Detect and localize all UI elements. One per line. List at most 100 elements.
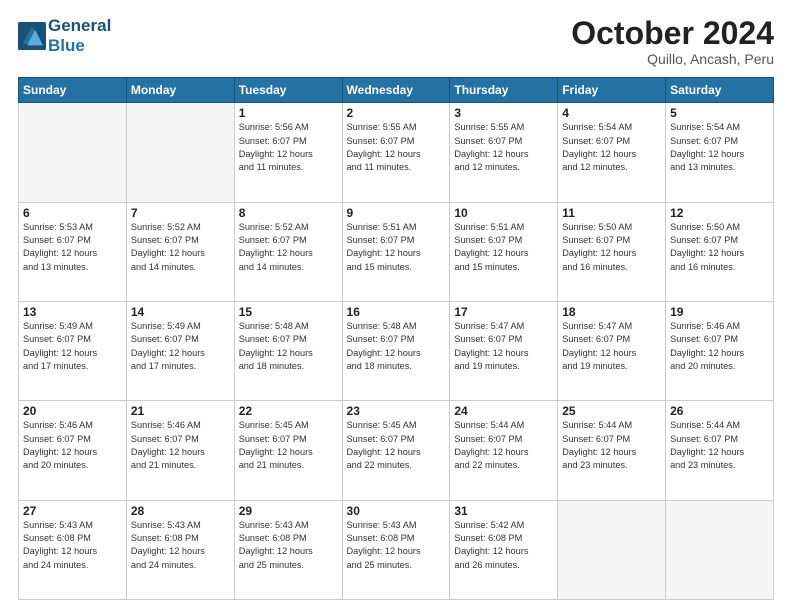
day-info: Sunrise: 5:43 AMSunset: 6:08 PMDaylight:… — [23, 519, 122, 572]
day-info: Sunrise: 5:44 AMSunset: 6:07 PMDaylight:… — [670, 419, 769, 472]
day-number: 11 — [562, 206, 661, 220]
table-row: 4Sunrise: 5:54 AMSunset: 6:07 PMDaylight… — [558, 103, 666, 202]
logo: General Blue — [18, 16, 111, 55]
table-row: 26Sunrise: 5:44 AMSunset: 6:07 PMDayligh… — [666, 401, 774, 500]
table-row: 28Sunrise: 5:43 AMSunset: 6:08 PMDayligh… — [126, 500, 234, 599]
day-info: Sunrise: 5:46 AMSunset: 6:07 PMDaylight:… — [131, 419, 230, 472]
day-number: 15 — [239, 305, 338, 319]
calendar-week-row: 6Sunrise: 5:53 AMSunset: 6:07 PMDaylight… — [19, 202, 774, 301]
table-row: 24Sunrise: 5:44 AMSunset: 6:07 PMDayligh… — [450, 401, 558, 500]
calendar-week-row: 1Sunrise: 5:56 AMSunset: 6:07 PMDaylight… — [19, 103, 774, 202]
location: Quillo, Ancash, Peru — [571, 51, 774, 67]
table-row: 8Sunrise: 5:52 AMSunset: 6:07 PMDaylight… — [234, 202, 342, 301]
table-row: 14Sunrise: 5:49 AMSunset: 6:07 PMDayligh… — [126, 301, 234, 400]
table-row — [558, 500, 666, 599]
day-number: 18 — [562, 305, 661, 319]
day-info: Sunrise: 5:52 AMSunset: 6:07 PMDaylight:… — [131, 221, 230, 274]
day-info: Sunrise: 5:45 AMSunset: 6:07 PMDaylight:… — [239, 419, 338, 472]
day-info: Sunrise: 5:50 AMSunset: 6:07 PMDaylight:… — [562, 221, 661, 274]
title-area: October 2024 Quillo, Ancash, Peru — [571, 16, 774, 67]
table-row: 3Sunrise: 5:55 AMSunset: 6:07 PMDaylight… — [450, 103, 558, 202]
header: General Blue October 2024 Quillo, Ancash… — [18, 16, 774, 67]
day-number: 27 — [23, 504, 122, 518]
day-info: Sunrise: 5:45 AMSunset: 6:07 PMDaylight:… — [347, 419, 446, 472]
table-row: 23Sunrise: 5:45 AMSunset: 6:07 PMDayligh… — [342, 401, 450, 500]
day-info: Sunrise: 5:49 AMSunset: 6:07 PMDaylight:… — [131, 320, 230, 373]
table-row: 5Sunrise: 5:54 AMSunset: 6:07 PMDaylight… — [666, 103, 774, 202]
table-row: 16Sunrise: 5:48 AMSunset: 6:07 PMDayligh… — [342, 301, 450, 400]
day-info: Sunrise: 5:51 AMSunset: 6:07 PMDaylight:… — [347, 221, 446, 274]
day-info: Sunrise: 5:43 AMSunset: 6:08 PMDaylight:… — [239, 519, 338, 572]
day-info: Sunrise: 5:51 AMSunset: 6:07 PMDaylight:… — [454, 221, 553, 274]
day-number: 4 — [562, 106, 661, 120]
col-wednesday: Wednesday — [342, 78, 450, 103]
day-info: Sunrise: 5:48 AMSunset: 6:07 PMDaylight:… — [239, 320, 338, 373]
page: General Blue October 2024 Quillo, Ancash… — [0, 0, 792, 612]
table-row: 22Sunrise: 5:45 AMSunset: 6:07 PMDayligh… — [234, 401, 342, 500]
day-number: 12 — [670, 206, 769, 220]
day-number: 22 — [239, 404, 338, 418]
calendar-week-row: 20Sunrise: 5:46 AMSunset: 6:07 PMDayligh… — [19, 401, 774, 500]
calendar-table: Sunday Monday Tuesday Wednesday Thursday… — [18, 77, 774, 600]
table-row: 12Sunrise: 5:50 AMSunset: 6:07 PMDayligh… — [666, 202, 774, 301]
day-number: 29 — [239, 504, 338, 518]
day-number: 14 — [131, 305, 230, 319]
day-number: 9 — [347, 206, 446, 220]
col-friday: Friday — [558, 78, 666, 103]
day-info: Sunrise: 5:54 AMSunset: 6:07 PMDaylight:… — [562, 121, 661, 174]
day-number: 21 — [131, 404, 230, 418]
day-number: 24 — [454, 404, 553, 418]
day-info: Sunrise: 5:54 AMSunset: 6:07 PMDaylight:… — [670, 121, 769, 174]
logo-text-line1: General — [48, 16, 111, 36]
day-info: Sunrise: 5:55 AMSunset: 6:07 PMDaylight:… — [454, 121, 553, 174]
day-number: 30 — [347, 504, 446, 518]
table-row — [19, 103, 127, 202]
day-number: 28 — [131, 504, 230, 518]
table-row: 6Sunrise: 5:53 AMSunset: 6:07 PMDaylight… — [19, 202, 127, 301]
table-row: 17Sunrise: 5:47 AMSunset: 6:07 PMDayligh… — [450, 301, 558, 400]
table-row: 31Sunrise: 5:42 AMSunset: 6:08 PMDayligh… — [450, 500, 558, 599]
table-row: 11Sunrise: 5:50 AMSunset: 6:07 PMDayligh… — [558, 202, 666, 301]
day-number: 25 — [562, 404, 661, 418]
table-row: 1Sunrise: 5:56 AMSunset: 6:07 PMDaylight… — [234, 103, 342, 202]
day-number: 5 — [670, 106, 769, 120]
table-row: 9Sunrise: 5:51 AMSunset: 6:07 PMDaylight… — [342, 202, 450, 301]
day-info: Sunrise: 5:56 AMSunset: 6:07 PMDaylight:… — [239, 121, 338, 174]
table-row: 7Sunrise: 5:52 AMSunset: 6:07 PMDaylight… — [126, 202, 234, 301]
table-row: 25Sunrise: 5:44 AMSunset: 6:07 PMDayligh… — [558, 401, 666, 500]
col-sunday: Sunday — [19, 78, 127, 103]
table-row: 18Sunrise: 5:47 AMSunset: 6:07 PMDayligh… — [558, 301, 666, 400]
day-info: Sunrise: 5:42 AMSunset: 6:08 PMDaylight:… — [454, 519, 553, 572]
day-info: Sunrise: 5:52 AMSunset: 6:07 PMDaylight:… — [239, 221, 338, 274]
day-info: Sunrise: 5:46 AMSunset: 6:07 PMDaylight:… — [23, 419, 122, 472]
day-info: Sunrise: 5:53 AMSunset: 6:07 PMDaylight:… — [23, 221, 122, 274]
table-row: 30Sunrise: 5:43 AMSunset: 6:08 PMDayligh… — [342, 500, 450, 599]
day-info: Sunrise: 5:43 AMSunset: 6:08 PMDaylight:… — [347, 519, 446, 572]
day-number: 3 — [454, 106, 553, 120]
day-info: Sunrise: 5:47 AMSunset: 6:07 PMDaylight:… — [562, 320, 661, 373]
col-saturday: Saturday — [666, 78, 774, 103]
month-title: October 2024 — [571, 16, 774, 51]
table-row: 19Sunrise: 5:46 AMSunset: 6:07 PMDayligh… — [666, 301, 774, 400]
table-row: 10Sunrise: 5:51 AMSunset: 6:07 PMDayligh… — [450, 202, 558, 301]
day-number: 31 — [454, 504, 553, 518]
day-number: 8 — [239, 206, 338, 220]
day-number: 16 — [347, 305, 446, 319]
table-row — [666, 500, 774, 599]
table-row: 21Sunrise: 5:46 AMSunset: 6:07 PMDayligh… — [126, 401, 234, 500]
table-row: 13Sunrise: 5:49 AMSunset: 6:07 PMDayligh… — [19, 301, 127, 400]
day-info: Sunrise: 5:47 AMSunset: 6:07 PMDaylight:… — [454, 320, 553, 373]
table-row — [126, 103, 234, 202]
day-number: 13 — [23, 305, 122, 319]
day-number: 1 — [239, 106, 338, 120]
col-thursday: Thursday — [450, 78, 558, 103]
table-row: 2Sunrise: 5:55 AMSunset: 6:07 PMDaylight… — [342, 103, 450, 202]
logo-icon — [18, 22, 46, 50]
col-tuesday: Tuesday — [234, 78, 342, 103]
logo-text-line2: Blue — [48, 36, 111, 56]
day-info: Sunrise: 5:49 AMSunset: 6:07 PMDaylight:… — [23, 320, 122, 373]
day-info: Sunrise: 5:46 AMSunset: 6:07 PMDaylight:… — [670, 320, 769, 373]
table-row: 29Sunrise: 5:43 AMSunset: 6:08 PMDayligh… — [234, 500, 342, 599]
calendar-week-row: 13Sunrise: 5:49 AMSunset: 6:07 PMDayligh… — [19, 301, 774, 400]
day-number: 26 — [670, 404, 769, 418]
